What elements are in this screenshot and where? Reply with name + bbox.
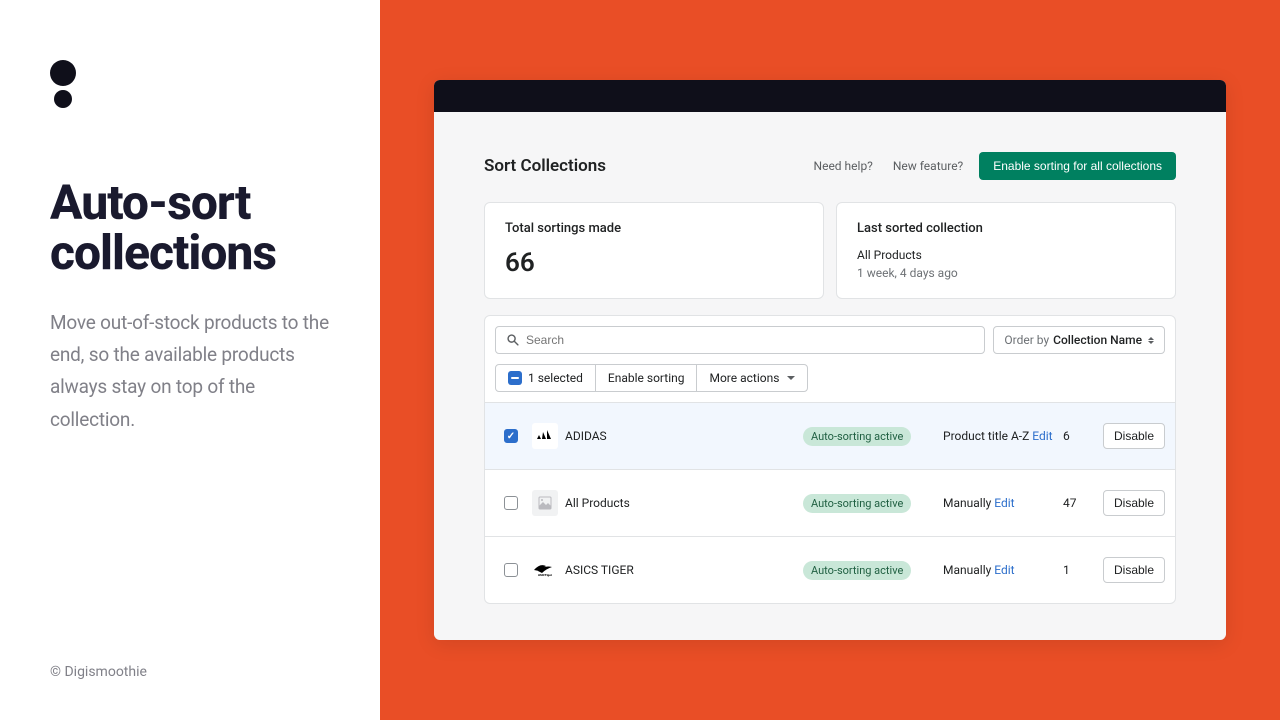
cell-count: 1	[1063, 563, 1103, 577]
enable-all-button[interactable]: Enable sorting for all collections	[979, 152, 1176, 180]
cell-status: Auto-sorting active	[803, 496, 943, 510]
order-by-label: Order by	[1004, 333, 1049, 347]
app-content: Sort Collections Need help? New feature?…	[434, 112, 1226, 640]
cell-status: Auto-sorting active	[803, 563, 943, 577]
bulk-actions-group: 1 selected Enable sorting More actions	[495, 364, 808, 392]
collections-card: Order by Collection Name 1 selected Enab…	[484, 315, 1176, 604]
collection-name[interactable]: ASICS TIGER	[565, 563, 803, 577]
search-icon	[506, 333, 520, 347]
last-sorted-label: Last sorted collection	[857, 221, 1155, 236]
cell-thumb	[525, 423, 565, 449]
header-links: Need help? New feature?	[814, 159, 964, 173]
enable-sorting-segment[interactable]: Enable sorting	[596, 365, 698, 391]
table-row: ASICTIger ASICS TIGERAuto-sorting active M…	[485, 536, 1175, 603]
table-row: ADIDASAuto-sorting active Product title A…	[485, 402, 1175, 469]
logo-circle-top	[50, 60, 76, 86]
hero-description: Move out-of-stock products to the end, s…	[50, 307, 330, 436]
search-box[interactable]	[495, 326, 985, 354]
cell-checkbox	[497, 563, 525, 577]
edit-link[interactable]: Edit	[994, 563, 1014, 577]
cell-action: Disable	[1103, 557, 1163, 583]
logo	[50, 60, 330, 108]
cell-action: Disable	[1103, 423, 1163, 449]
page-title: Sort Collections	[484, 156, 814, 176]
selected-count-text: 1 selected	[528, 371, 583, 385]
cell-status: Auto-sorting active	[803, 429, 943, 443]
cell-action: Disable	[1103, 490, 1163, 516]
collection-name[interactable]: All Products	[565, 496, 803, 510]
search-row: Order by Collection Name	[485, 316, 1175, 364]
edit-link[interactable]: Edit	[994, 496, 1014, 510]
status-badge: Auto-sorting active	[803, 427, 911, 446]
disable-button[interactable]: Disable	[1103, 557, 1165, 583]
row-checkbox[interactable]	[504, 429, 518, 443]
product-thumb	[532, 423, 558, 449]
last-sorted-card: Last sorted collection All Products 1 we…	[836, 202, 1176, 299]
copyright: © Digismoothie	[50, 664, 147, 680]
last-sorted-time: 1 week, 4 days ago	[857, 266, 1155, 280]
cell-sort: Manually Edit	[943, 563, 1063, 577]
svg-text:ASICTIger: ASICTIger	[538, 573, 553, 577]
app-header-bar	[434, 80, 1226, 112]
sort-arrows-icon	[1148, 337, 1154, 344]
new-feature-link[interactable]: New feature?	[893, 159, 963, 173]
more-actions-segment[interactable]: More actions	[697, 365, 807, 391]
cell-thumb: ASICTIger	[525, 557, 565, 583]
order-by-select[interactable]: Order by Collection Name	[993, 326, 1165, 354]
total-sortings-value: 66	[505, 248, 803, 278]
table-row: All ProductsAuto-sorting active Manually …	[485, 469, 1175, 536]
cell-count: 6	[1063, 429, 1103, 443]
disable-button[interactable]: Disable	[1103, 490, 1165, 516]
logo-circle-bottom	[54, 90, 72, 108]
selected-count-segment[interactable]: 1 selected	[496, 365, 596, 391]
promo-panel: Auto-sortcollections Move out-of-stock p…	[0, 0, 380, 720]
help-link[interactable]: Need help?	[814, 159, 873, 173]
app-window: Sort Collections Need help? New feature?…	[434, 80, 1226, 640]
page-header: Sort Collections Need help? New feature?…	[484, 152, 1176, 180]
total-sortings-card: Total sortings made 66	[484, 202, 824, 299]
caret-down-icon	[787, 376, 795, 380]
disable-button[interactable]: Disable	[1103, 423, 1165, 449]
cell-sort: Product title A-Z Edit	[943, 429, 1063, 443]
cell-count: 47	[1063, 496, 1103, 510]
status-badge: Auto-sorting active	[803, 561, 911, 580]
stats-row: Total sortings made 66 Last sorted colle…	[484, 202, 1176, 299]
search-input[interactable]	[526, 333, 974, 347]
screenshot-frame: Sort Collections Need help? New feature?…	[380, 0, 1280, 720]
row-checkbox[interactable]	[504, 496, 518, 510]
bulk-actions-row: 1 selected Enable sorting More actions	[485, 364, 1175, 402]
order-by-value: Collection Name	[1053, 333, 1142, 347]
row-checkbox[interactable]	[504, 563, 518, 577]
cell-thumb	[525, 490, 565, 516]
collection-name[interactable]: ADIDAS	[565, 429, 803, 443]
cell-sort: Manually Edit	[943, 496, 1063, 510]
hero-title: Auto-sortcollections	[50, 178, 330, 279]
status-badge: Auto-sorting active	[803, 494, 911, 513]
product-thumb: ASICTIger	[532, 557, 558, 583]
cell-checkbox	[497, 429, 525, 443]
total-sortings-label: Total sortings made	[505, 221, 803, 236]
cell-checkbox	[497, 496, 525, 510]
edit-link[interactable]: Edit	[1032, 429, 1052, 443]
more-actions-text: More actions	[709, 371, 779, 385]
product-thumb	[532, 490, 558, 516]
last-sorted-name: All Products	[857, 248, 1155, 262]
checkbox-indeterminate-icon	[508, 371, 522, 385]
